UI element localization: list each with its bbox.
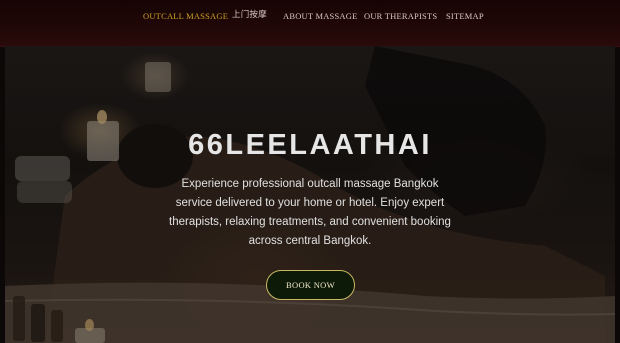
top-navigation: OUTCALL MASSAGE 上门按摩 ABOUT MASSAGE OUR T…	[0, 0, 620, 47]
nav-link-sitemap[interactable]: SITEMAP	[446, 11, 484, 21]
nav-link-chinese-massage[interactable]: 上门按摩	[232, 10, 267, 20]
nav-link-about-massage[interactable]: ABOUT MASSAGE	[283, 11, 357, 21]
hero-section: 66LEELAATHAI Experience professional out…	[5, 46, 615, 343]
hero-title: 66LEELAATHAI	[188, 129, 432, 161]
nav-link-our-therapists[interactable]: OUR THERAPISTS	[364, 11, 437, 21]
book-now-button[interactable]: BOOK NOW	[266, 270, 355, 300]
hero-description: Experience professional outcall massage …	[169, 178, 451, 247]
nav-link-outcall-massage[interactable]: OUTCALL MASSAGE	[143, 11, 228, 21]
